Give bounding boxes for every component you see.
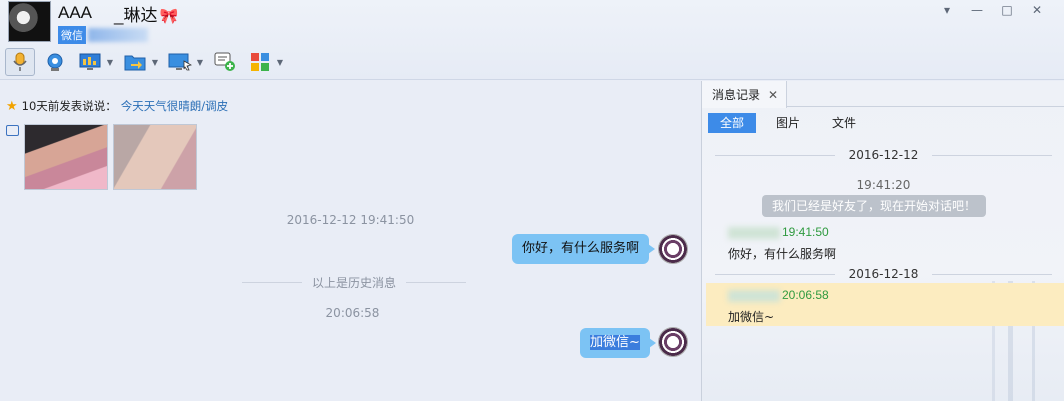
apps-grid-icon: [251, 53, 269, 71]
screen-chart-icon: [79, 53, 101, 70]
photo-album-row: [6, 124, 197, 190]
history-label: 以上是历史消息: [312, 276, 397, 290]
create-discussion-button[interactable]: [210, 48, 240, 76]
message-timestamp: 2016-12-12 19:41:50: [286, 213, 415, 227]
history-msg-time: 20:06:58: [782, 288, 829, 302]
history-date: 2016-12-12: [702, 148, 1064, 162]
panel-tab-bar: 消息记录 ✕: [702, 81, 1064, 108]
voice-call-button[interactable]: [5, 48, 35, 76]
chat-toolbar: ▼ ▼ ▼ ▼: [5, 47, 285, 77]
contact-name: AAA: [58, 3, 93, 22]
divider: [406, 282, 467, 283]
filter-files[interactable]: 文件: [820, 113, 868, 133]
filter-all[interactable]: 全部: [708, 113, 757, 133]
webcam-icon: [47, 53, 63, 71]
bow-icon: 🎀: [159, 7, 179, 25]
album-photo[interactable]: [113, 124, 197, 190]
redacted-text: [728, 226, 780, 239]
date-label: 2016-12-12: [848, 148, 919, 162]
camera-icon: [6, 125, 19, 136]
album-photo[interactable]: [24, 124, 108, 190]
divider: [242, 282, 302, 283]
sent-message-bubble[interactable]: 你好，有什么服务啊: [512, 234, 656, 264]
contact-nickname: _琳达 🎀: [114, 1, 178, 26]
dropdown-menu-icon[interactable]: ▾: [940, 3, 954, 17]
contact-name-row: AAA _琳达 🎀: [58, 1, 178, 26]
date-label: 2016-12-18: [848, 267, 919, 281]
contact-status: ★ 10天前发表说说： 今天天气很晴朗/调皮: [6, 98, 228, 114]
share-screen-button[interactable]: [75, 48, 105, 76]
history-msg-text[interactable]: 你好，有什么服务啊: [728, 245, 836, 262]
history-msg-time: 19:41:50: [782, 225, 829, 239]
window-controls: ▾ — □ ✕: [940, 3, 1044, 17]
contact-avatar[interactable]: [8, 1, 51, 42]
status-link[interactable]: 今天天气很晴朗/调皮: [121, 98, 228, 114]
divider: [714, 154, 835, 156]
system-message: 我们已经是好友了，现在开始对话吧！: [762, 195, 987, 217]
message-text: 你好，有什么服务啊: [522, 241, 640, 256]
chevron-down-icon[interactable]: ▼: [105, 58, 115, 67]
filter-images[interactable]: 图片: [764, 113, 812, 133]
folder-transfer-icon: [124, 55, 146, 71]
history-sender-line: 20:06:58: [728, 288, 829, 302]
tab-message-history[interactable]: 消息记录 ✕: [702, 81, 787, 108]
history-sender-line: 19:41:50: [728, 225, 829, 239]
history-date: 2016-12-18: [702, 267, 1064, 281]
remote-desktop-icon: [168, 53, 192, 71]
my-avatar[interactable]: [658, 327, 688, 357]
redacted-text: [88, 28, 148, 42]
star-icon: ★: [6, 98, 18, 114]
history-filters: 全部 图片 文件: [708, 113, 876, 133]
close-icon[interactable]: ✕: [1030, 3, 1044, 17]
send-file-button[interactable]: [120, 48, 150, 76]
contact-nick-text: _琳达: [114, 5, 158, 25]
chat-header: AAA _琳达 🎀 微信 ▾ — □ ✕ ▼ ▼ ▼ ▼: [0, 0, 1064, 80]
message-history-panel: 消息记录 ✕ 全部 图片 文件 2016-12-12 19:41:20 我们已经…: [701, 81, 1064, 401]
divider: [932, 154, 1053, 156]
message-text: 加微信~: [590, 335, 640, 350]
status-prefix: 10天前发表说说：: [21, 99, 117, 113]
contact-sub-row: 微信: [58, 26, 148, 44]
maximize-icon[interactable]: □: [1000, 3, 1014, 17]
divider: [714, 273, 835, 275]
my-avatar[interactable]: [658, 234, 688, 264]
history-msg-text[interactable]: 加微信~: [728, 308, 774, 325]
history-separator: 以上是历史消息: [242, 274, 467, 291]
microphone-icon: [13, 52, 27, 71]
apps-button[interactable]: [245, 48, 275, 76]
divider: [932, 273, 1053, 275]
chevron-down-icon[interactable]: ▼: [195, 58, 205, 67]
redacted-text: [728, 289, 780, 302]
wechat-tag: 微信: [58, 26, 86, 44]
add-message-icon: [214, 52, 235, 71]
chevron-down-icon[interactable]: ▼: [150, 58, 160, 67]
minimize-icon[interactable]: —: [970, 3, 984, 17]
video-call-button[interactable]: [40, 48, 70, 76]
message-timestamp: 20:06:58: [325, 306, 380, 320]
remote-desktop-button[interactable]: [165, 48, 195, 76]
chevron-down-icon[interactable]: ▼: [275, 58, 285, 67]
close-icon[interactable]: ✕: [768, 88, 778, 102]
tab-label: 消息记录: [712, 88, 761, 102]
sent-message-bubble[interactable]: 加微信~: [580, 328, 656, 358]
chat-messages-area[interactable]: ★ 10天前发表说说： 今天天气很晴朗/调皮 2016-12-12 19:41:5…: [0, 81, 701, 401]
history-time: 19:41:20: [856, 178, 911, 192]
